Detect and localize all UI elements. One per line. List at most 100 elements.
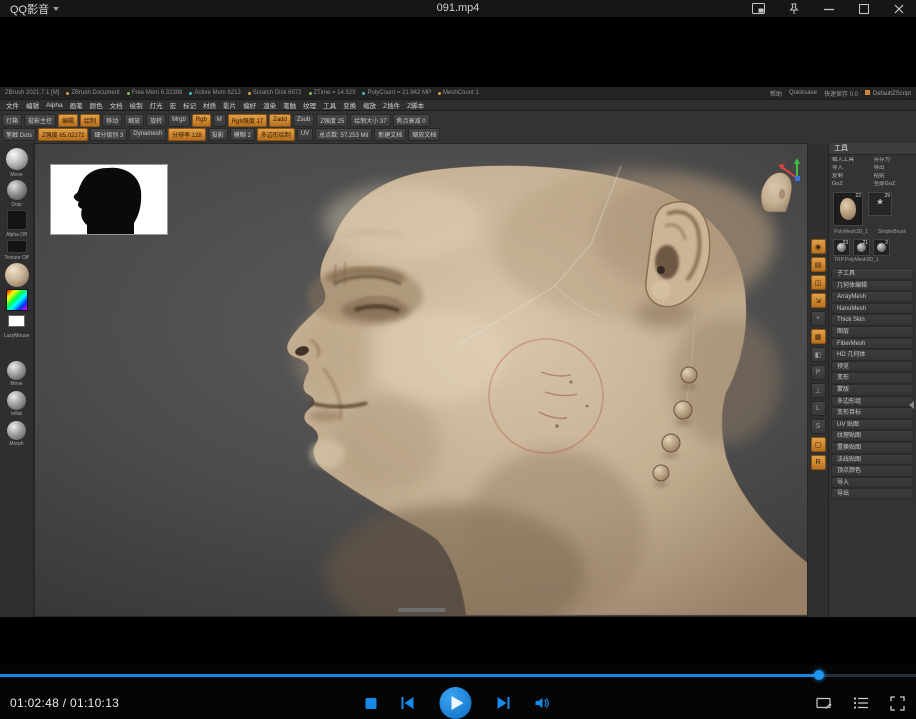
zbrush-nav-icon[interactable]: ▦ [811, 329, 826, 344]
texture-thumb[interactable] [7, 240, 27, 253]
zbrush-menu-item[interactable]: 颜色 [90, 100, 103, 110]
color-picker[interactable] [6, 289, 28, 311]
zbrush-nav-icon[interactable]: S [811, 419, 826, 434]
zbrush-menu-item[interactable]: Z插件 [383, 100, 400, 110]
zbrush-nav-icon[interactable]: + [811, 311, 826, 326]
tool-section-header[interactable]: 法线贴图 [831, 454, 914, 466]
zbrush-nav-icon[interactable]: R [811, 455, 826, 470]
zbrush-shelf-control[interactable]: 移动 [102, 114, 122, 127]
close-button[interactable] [881, 0, 916, 17]
seek-knob[interactable] [814, 670, 824, 680]
tool-section-header[interactable]: 子工具 [831, 268, 914, 280]
always-on-top-button[interactable] [776, 0, 811, 17]
tool-action-button[interactable]: 全部GoZ [874, 181, 914, 188]
recent-tool-thumb[interactable]: 21 [853, 239, 870, 256]
screenshot-button[interactable] [816, 696, 832, 711]
zbrush-shelf-control[interactable]: Zadd [269, 114, 291, 127]
stroke-thumb[interactable] [7, 180, 27, 200]
zbrush-shelf-control[interactable]: 投影 [208, 128, 228, 141]
tool-section-header[interactable]: ArrayMesh [831, 291, 914, 303]
zbrush-nav-icon[interactable]: ▤ [811, 257, 826, 272]
zbrush-shelf-control[interactable]: UV [297, 128, 313, 141]
tool-section-header[interactable]: 纹理贴图 [831, 430, 914, 442]
zbrush-nav-icon[interactable]: ◫ [811, 275, 826, 290]
tool-palette-header[interactable]: 工具 [829, 143, 916, 155]
volume-button[interactable] [535, 697, 551, 709]
zbrush-nav-icon[interactable]: ◉ [811, 239, 826, 254]
tool-action-button[interactable]: 载入工具 [832, 157, 872, 164]
zbrush-menu-item[interactable]: 编辑 [26, 100, 39, 110]
zbrush-nav-icon[interactable]: ◧ [811, 347, 826, 362]
zbrush-shelf-control[interactable]: 绘制 [80, 114, 100, 127]
zbrush-menu-item[interactable]: 渲染 [263, 100, 276, 110]
video-display-area[interactable]: ZBrush 2021.7.1 [M]ZBrush DocumentFree M… [0, 17, 916, 663]
zbrush-titlebar-item[interactable]: 快速保存 0.0 [824, 89, 858, 98]
zbrush-menu-item[interactable]: 偏好 [243, 100, 256, 110]
tool-section-header[interactable]: 预览 [831, 361, 914, 373]
quick-brush[interactable]: Move [7, 361, 26, 387]
tool-action-button[interactable]: 导入 [832, 165, 872, 172]
zbrush-shelf-control[interactable]: Mrgb [168, 114, 190, 127]
zbrush-shelf-control[interactable]: 缩放文档 [408, 128, 440, 141]
tool-action-button[interactable]: 另存为 [874, 157, 914, 164]
zbrush-titlebar-item[interactable]: 帮助 [770, 89, 782, 98]
zbrush-menu-item[interactable]: 宏 [170, 100, 177, 110]
zbrush-menu-item[interactable]: 文件 [6, 100, 19, 110]
zbrush-shelf-control[interactable]: Zsub [293, 114, 314, 127]
quick-brush[interactable]: Inflat [7, 391, 26, 417]
current-brush-thumb[interactable] [6, 148, 28, 170]
zbrush-titlebar-item[interactable]: Quicksave [789, 90, 817, 96]
zbrush-shelf-control[interactable]: 笔触 Dots [2, 128, 36, 141]
minimize-button[interactable] [811, 0, 846, 17]
zbrush-shelf-control[interactable]: 灯箱 [2, 114, 22, 127]
zbrush-menu-item[interactable]: 工具 [323, 100, 336, 110]
zbrush-menu-item[interactable]: 缩放 [363, 100, 376, 110]
stop-button[interactable] [366, 698, 377, 709]
tool-section-header[interactable]: Thick Skin [831, 314, 914, 326]
recent-tool-thumb[interactable]: 2 [873, 239, 890, 256]
zbrush-shelf-control[interactable]: Z强度 25 [316, 114, 348, 127]
zbrush-shelf-control[interactable]: 投影主控 [24, 114, 56, 127]
tool-section-header[interactable]: HD 几何体 [831, 349, 914, 361]
zbrush-menu-item[interactable]: 纹理 [303, 100, 316, 110]
previous-button[interactable] [401, 697, 415, 709]
zbrush-shelf-control[interactable]: 焦点衰减 0 [393, 114, 430, 127]
zbrush-canvas[interactable] [34, 143, 808, 617]
zbrush-menu-item[interactable]: Z脚本 [407, 100, 424, 110]
tool-section-header[interactable]: 蒙版 [831, 384, 914, 396]
tool-section-header[interactable]: 多边形组 [831, 396, 914, 408]
recent-tool-thumb[interactable]: 23 [833, 239, 850, 256]
zbrush-shelf-control[interactable]: 旋转 [146, 114, 166, 127]
zbrush-shelf-control[interactable]: M [213, 114, 226, 127]
panel-collapse-icon[interactable] [909, 401, 914, 409]
tool-section-header[interactable]: UV 贴图 [831, 419, 914, 431]
seek-bar[interactable] [0, 674, 916, 677]
zbrush-shelf-control[interactable]: 绘制大小 37 [350, 114, 390, 127]
zbrush-nav-icon[interactable]: ▢ [811, 437, 826, 452]
tool-section-header[interactable]: 图层 [831, 326, 914, 338]
zbrush-shelf-control[interactable]: 细分级别 3 [90, 128, 127, 141]
zbrush-menu-item[interactable]: 画笔 [70, 100, 83, 110]
color-swatch[interactable] [8, 315, 25, 327]
zbrush-shelf-control[interactable]: Dynamesh [129, 128, 166, 141]
mini-mode-button[interactable] [741, 0, 776, 17]
zbrush-shelf-control[interactable]: 新建文档 [374, 128, 406, 141]
active-tool-thumb[interactable]: 22 [833, 192, 863, 226]
zbrush-shelf-control[interactable]: 模糊 2 [230, 128, 255, 141]
zbrush-menu-item[interactable]: 材质 [203, 100, 216, 110]
tool-action-button[interactable]: 复制 [832, 173, 872, 180]
zbrush-nav-icon[interactable]: P [811, 365, 826, 380]
quick-brush[interactable]: Morph [7, 421, 26, 447]
zbrush-nav-icon[interactable]: ⇲ [811, 293, 826, 308]
app-menu-button[interactable]: QQ影音 [0, 0, 69, 17]
zbrush-menu-item[interactable]: 笔触 [283, 100, 296, 110]
tool-section-header[interactable]: 导入 [831, 477, 914, 489]
fullscreen-button[interactable] [890, 696, 905, 711]
zbrush-nav-icon[interactable]: L [811, 401, 826, 416]
zbrush-nav-icon[interactable]: ⊥ [811, 383, 826, 398]
material-thumb[interactable] [5, 263, 29, 287]
zbrush-menu-item[interactable]: 变换 [343, 100, 356, 110]
zbrush-menu-item[interactable]: 影片 [223, 100, 236, 110]
tool-action-button[interactable]: 粘贴 [874, 173, 914, 180]
zbrush-titlebar-item[interactable]: DefaultZScript [865, 90, 911, 97]
